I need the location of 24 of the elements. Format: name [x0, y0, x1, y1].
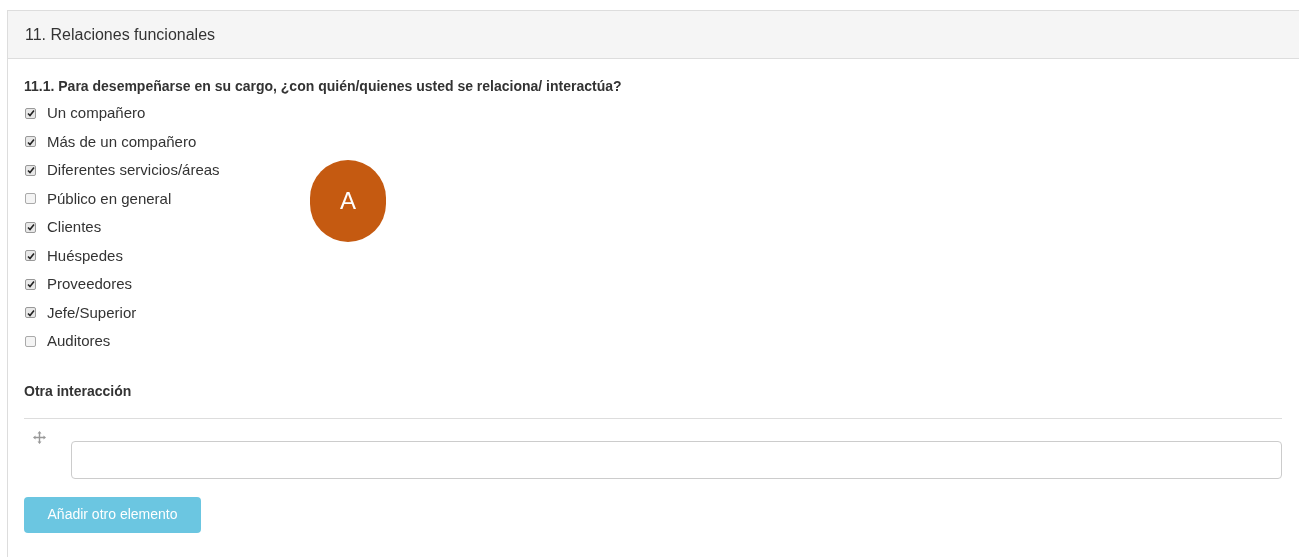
- drag-handle-icon[interactable]: [33, 430, 46, 444]
- checkbox-option[interactable]: Público en general: [24, 184, 172, 213]
- checkbox-option[interactable]: Jefe/Superior: [24, 298, 137, 327]
- checkbox[interactable]: [25, 335, 36, 347]
- panel-title: 11. Relaciones funcionales: [25, 24, 216, 45]
- checkbox[interactable]: [25, 278, 36, 290]
- checkbox[interactable]: [25, 307, 36, 319]
- checkbox-option[interactable]: Diferentes servicios/áreas: [24, 156, 220, 185]
- checkbox-option[interactable]: Un compañero: [24, 99, 146, 128]
- checkbox-option[interactable]: Más de un compañero: [24, 127, 197, 156]
- checkbox[interactable]: [25, 136, 36, 148]
- checkbox-option[interactable]: Auditores: [24, 327, 111, 356]
- checkbox-option[interactable]: Proveedores: [24, 270, 133, 299]
- input-field[interactable]: [71, 440, 1282, 479]
- checkbox[interactable]: [25, 193, 36, 205]
- field-label: Otra interacción: [24, 381, 133, 401]
- checkbox[interactable]: [25, 107, 36, 119]
- annotation-marker: A: [310, 160, 386, 242]
- checkbox[interactable]: [25, 250, 36, 262]
- checkbox[interactable]: [25, 164, 36, 176]
- question-text: 11.1. Para desempeñarse en su cargo, ¿con quién/quienes usted se relaciona/ interactúa?: [24, 77, 623, 96]
- checkbox-option[interactable]: Clientes: [24, 213, 102, 242]
- checkbox[interactable]: [25, 221, 36, 233]
- checkbox-option[interactable]: Huéspedes: [24, 241, 123, 270]
